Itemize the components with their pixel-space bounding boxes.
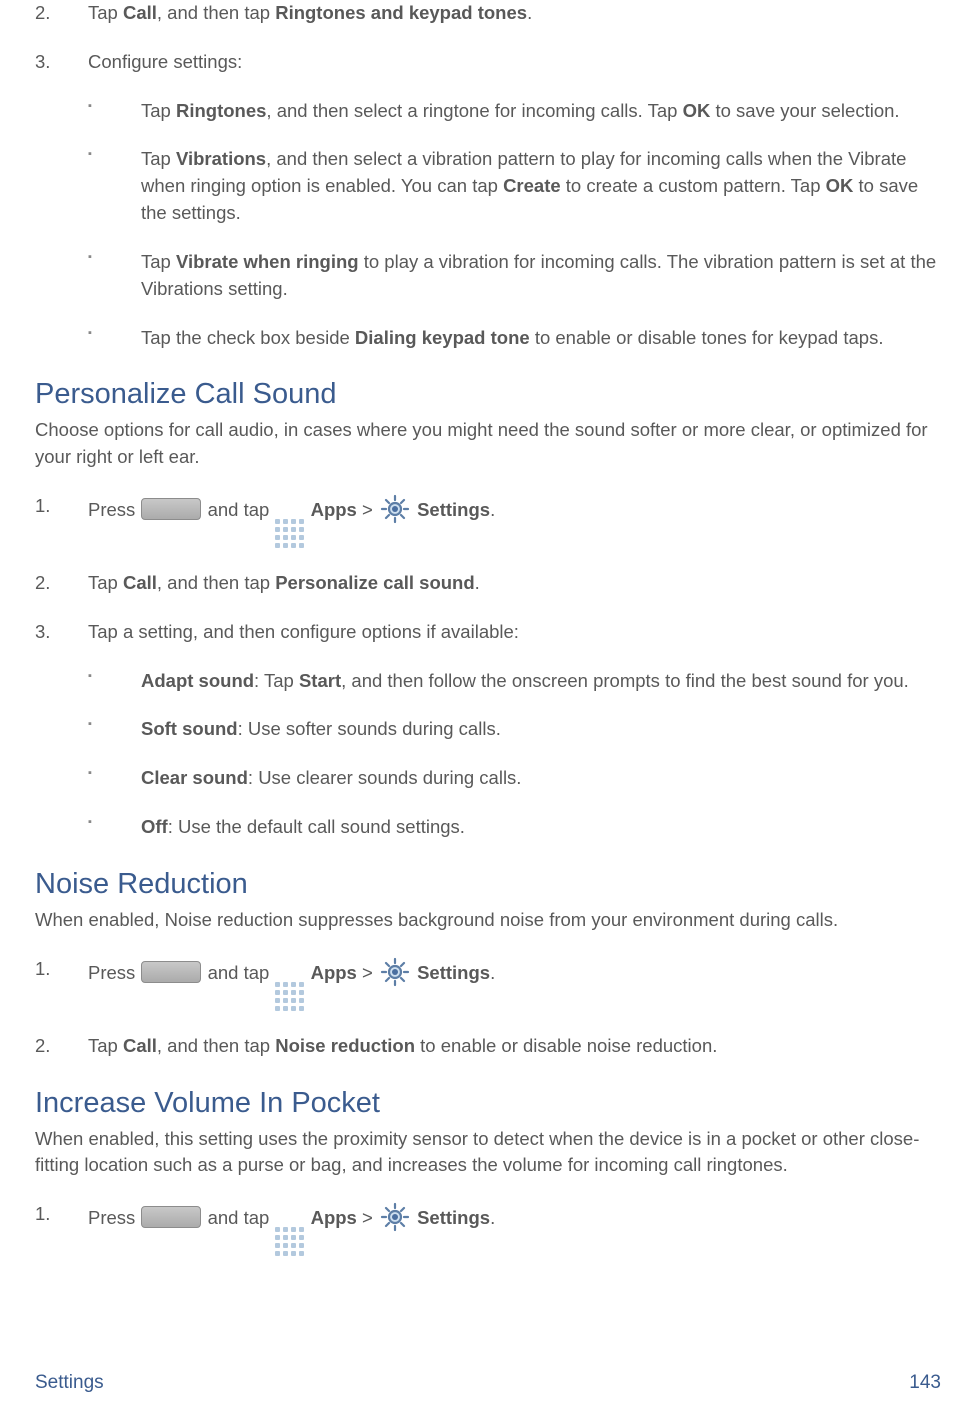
bullet: Tap Vibrate when ringing to play a vibra… xyxy=(88,249,941,303)
step-3: Configure settings: Tap Ringtones, and t… xyxy=(35,49,941,352)
section-noise: Noise Reduction When enabled, Noise redu… xyxy=(35,863,941,1060)
page-footer: Settings 143 xyxy=(35,1369,941,1397)
footer-page-number: 143 xyxy=(909,1369,941,1397)
step-3: Tap a setting, and then configure option… xyxy=(35,619,941,841)
text: , and then tap xyxy=(157,2,275,23)
apps-icon xyxy=(275,1227,304,1256)
footer-section: Settings xyxy=(35,1369,104,1397)
section-pocket: Increase Volume In Pocket When enabled, … xyxy=(35,1082,941,1257)
personalize-bullets: Adapt sound: Tap Start, and then follow … xyxy=(88,668,941,841)
apps-icon xyxy=(275,519,304,548)
settings-icon xyxy=(379,493,411,525)
text: . xyxy=(527,2,532,23)
apps-icon xyxy=(275,982,304,1011)
step-1: Press and tap Apps > Settings. xyxy=(35,493,941,548)
bold: Call xyxy=(123,2,157,23)
intro-pocket: When enabled, this setting uses the prox… xyxy=(35,1126,941,1180)
text: Configure settings: xyxy=(88,51,242,72)
settings-icon xyxy=(379,1201,411,1233)
pocket-steps: Press and tap Apps > Settings. xyxy=(35,1201,941,1256)
step-2: Tap Call, and then tap Ringtones and key… xyxy=(35,0,941,27)
heading-personalize: Personalize Call Sound xyxy=(35,373,941,415)
intro-noise: When enabled, Noise reduction suppresses… xyxy=(35,907,941,934)
home-button-icon xyxy=(141,1206,201,1228)
text: Tap xyxy=(88,2,123,23)
bullet: Off: Use the default call sound settings… xyxy=(88,814,941,841)
personalize-steps: Press and tap Apps > Settings. Tap Call,… xyxy=(35,493,941,841)
bullet: Soft sound: Use softer sounds during cal… xyxy=(88,716,941,743)
step-2: Tap Call, and then tap Noise reduction t… xyxy=(35,1033,941,1060)
bullet: Tap Vibrations, and then select a vibrat… xyxy=(88,146,941,226)
heading-noise: Noise Reduction xyxy=(35,863,941,905)
bold: Ringtones and keypad tones xyxy=(275,2,527,23)
bullet: Tap Ringtones, and then select a rington… xyxy=(88,98,941,125)
noise-steps: Press and tap Apps > Settings. Tap Call,… xyxy=(35,956,941,1060)
settings-icon xyxy=(379,956,411,988)
step-1: Press and tap Apps > Settings. xyxy=(35,1201,941,1256)
heading-pocket: Increase Volume In Pocket xyxy=(35,1082,941,1124)
home-button-icon xyxy=(141,961,201,983)
top-steps: Tap Call, and then tap Ringtones and key… xyxy=(35,0,941,351)
bullet: Adapt sound: Tap Start, and then follow … xyxy=(88,668,941,695)
section-personalize: Personalize Call Sound Choose options fo… xyxy=(35,373,941,841)
home-button-icon xyxy=(141,498,201,520)
step-3-bullets: Tap Ringtones, and then select a rington… xyxy=(88,98,941,352)
step-2: Tap Call, and then tap Personalize call … xyxy=(35,570,941,597)
step-1: Press and tap Apps > Settings. xyxy=(35,956,941,1011)
bullet: Tap the check box beside Dialing keypad … xyxy=(88,325,941,352)
bullet: Clear sound: Use clearer sounds during c… xyxy=(88,765,941,792)
intro-personalize: Choose options for call audio, in cases … xyxy=(35,417,941,471)
